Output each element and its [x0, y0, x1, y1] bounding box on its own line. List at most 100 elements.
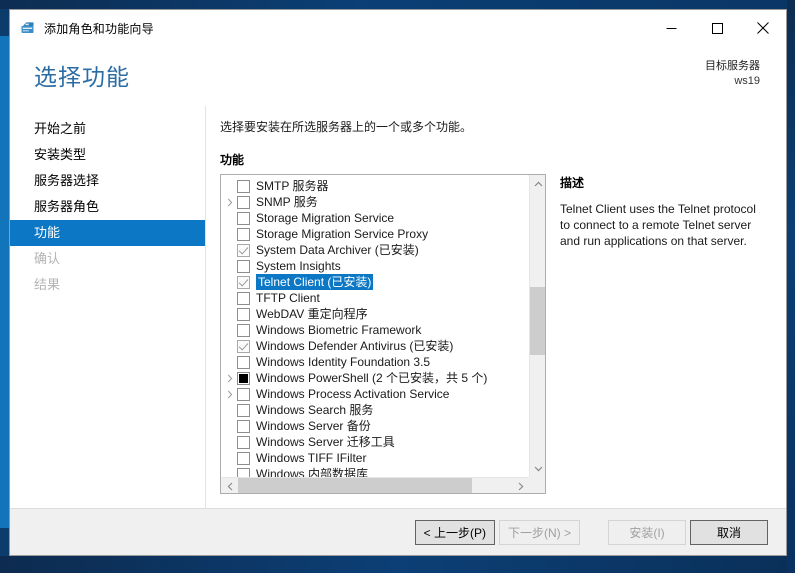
features-vertical-scrollbar[interactable]: [529, 175, 545, 477]
desktop-background-top: [0, 0, 795, 9]
feature-label: TFTP Client: [256, 290, 320, 306]
feature-label: Windows Server 备份: [256, 418, 371, 434]
destination-server-name: ws19: [705, 74, 760, 89]
page-title: 选择功能: [34, 58, 130, 92]
minimize-button[interactable]: [648, 10, 694, 46]
feature-label: Telnet Client (已安装): [256, 274, 373, 290]
scroll-down-arrow-icon[interactable]: [530, 460, 546, 477]
feature-label: Windows Server 迁移工具: [256, 434, 395, 450]
sidebar-item-label: 确认: [34, 251, 60, 266]
horizontal-scrollbar-thumb[interactable]: [238, 478, 472, 494]
feature-checkbox[interactable]: [237, 420, 250, 433]
feature-row[interactable]: Windows 内部数据库: [223, 466, 529, 477]
scroll-up-arrow-icon[interactable]: [530, 175, 546, 192]
sidebar-item-5: 确认: [10, 246, 205, 272]
feature-checkbox[interactable]: [237, 452, 250, 465]
feature-row[interactable]: Windows Search 服务: [223, 402, 529, 418]
feature-label: Windows Process Activation Service: [256, 386, 449, 402]
feature-row[interactable]: Windows Identity Foundation 3.5: [223, 354, 529, 370]
feature-row[interactable]: Windows Defender Antivirus (已安装): [223, 338, 529, 354]
feature-row[interactable]: Storage Migration Service: [223, 210, 529, 226]
previous-button[interactable]: < 上一步(P): [415, 520, 495, 545]
sidebar-item-4[interactable]: 功能: [10, 220, 205, 246]
next-button: 下一步(N) >: [499, 520, 580, 545]
feature-row[interactable]: Windows Biometric Framework: [223, 322, 529, 338]
feature-checkbox[interactable]: [237, 404, 250, 417]
footer-button-bar: < 上一步(P) 下一步(N) > 安装(I) 取消: [10, 508, 786, 555]
feature-checkbox[interactable]: [237, 196, 250, 209]
desktop-background-right: [787, 0, 795, 573]
feature-row[interactable]: SMTP 服务器: [223, 178, 529, 194]
feature-checkbox[interactable]: [237, 180, 250, 193]
window-controls: [648, 10, 786, 46]
feature-checkbox: [237, 244, 250, 257]
features-horizontal-scrollbar[interactable]: [221, 477, 529, 493]
scroll-right-arrow-icon[interactable]: [512, 478, 529, 494]
feature-row[interactable]: SNMP 服务: [223, 194, 529, 210]
sidebar-item-3[interactable]: 服务器角色: [10, 194, 205, 220]
description-text: Telnet Client uses the Telnet protocol t…: [560, 201, 766, 249]
feature-row[interactable]: Telnet Client (已安装): [223, 274, 529, 290]
sidebar-item-label: 功能: [34, 225, 60, 240]
feature-label: Windows Identity Foundation 3.5: [256, 354, 430, 370]
feature-label: Windows Defender Antivirus (已安装): [256, 338, 453, 354]
feature-checkbox[interactable]: [237, 468, 250, 478]
chevron-right-icon[interactable]: [223, 198, 237, 207]
feature-row[interactable]: Windows Server 备份: [223, 418, 529, 434]
vertical-scrollbar-thumb[interactable]: [530, 287, 546, 355]
feature-row[interactable]: System Insights: [223, 258, 529, 274]
scrollbar-corner: [529, 477, 545, 493]
maximize-button[interactable]: [694, 10, 740, 46]
feature-label: System Insights: [256, 258, 341, 274]
sidebar-item-label: 服务器角色: [34, 199, 99, 214]
scroll-left-arrow-icon[interactable]: [221, 478, 238, 494]
feature-checkbox[interactable]: [237, 292, 250, 305]
feature-label: SNMP 服务: [256, 194, 318, 210]
destination-server-label: 目标服务器: [705, 59, 760, 74]
panes-row: SMTP 服务器SNMP 服务Storage Migration Service…: [220, 174, 786, 494]
desktop-background-bottom: [0, 556, 795, 573]
feature-checkbox[interactable]: [237, 260, 250, 273]
features-scroll-area: SMTP 服务器SNMP 服务Storage Migration Service…: [221, 175, 529, 477]
chevron-right-icon[interactable]: [223, 390, 237, 399]
feature-checkbox: [237, 276, 250, 289]
feature-checkbox[interactable]: [237, 228, 250, 241]
server-wizard-icon: [20, 20, 36, 36]
close-button[interactable]: [740, 10, 786, 46]
sidebar-item-label: 开始之前: [34, 121, 86, 136]
feature-checkbox[interactable]: [237, 212, 250, 225]
feature-label: Windows Biometric Framework: [256, 322, 421, 338]
chevron-right-icon[interactable]: [223, 374, 237, 383]
feature-row[interactable]: Storage Migration Service Proxy: [223, 226, 529, 242]
instruction-text: 选择要安装在所选服务器上的一个或多个功能。: [220, 118, 786, 135]
feature-checkbox[interactable]: [237, 436, 250, 449]
feature-row[interactable]: TFTP Client: [223, 290, 529, 306]
feature-row[interactable]: Windows Process Activation Service: [223, 386, 529, 402]
description-title: 描述: [560, 174, 766, 191]
sidebar-item-0[interactable]: 开始之前: [10, 116, 205, 142]
feature-checkbox[interactable]: [237, 324, 250, 337]
feature-row[interactable]: System Data Archiver (已安装): [223, 242, 529, 258]
sidebar-item-2[interactable]: 服务器选择: [10, 168, 205, 194]
description-pane: 描述 Telnet Client uses the Telnet protoco…: [560, 174, 766, 494]
feature-checkbox[interactable]: [237, 308, 250, 321]
feature-label: System Data Archiver (已安装): [256, 242, 419, 258]
feature-label: Storage Migration Service: [256, 210, 394, 226]
feature-row[interactable]: Windows TIFF IFilter: [223, 450, 529, 466]
features-section-label: 功能: [220, 151, 786, 168]
wizard-navigation-sidebar: 开始之前安装类型服务器选择服务器角色功能确认结果: [10, 106, 206, 508]
feature-row[interactable]: Windows Server 迁移工具: [223, 434, 529, 450]
feature-label: Windows Search 服务: [256, 402, 373, 418]
feature-checkbox[interactable]: [237, 372, 250, 385]
wizard-body: 开始之前安装类型服务器选择服务器角色功能确认结果 选择要安装在所选服务器上的一个…: [10, 106, 786, 508]
title-bar: 添加角色和功能向导: [10, 10, 786, 46]
features-listbox[interactable]: SMTP 服务器SNMP 服务Storage Migration Service…: [220, 174, 546, 494]
cancel-button[interactable]: 取消: [690, 520, 768, 545]
feature-checkbox[interactable]: [237, 388, 250, 401]
feature-label: Windows 内部数据库: [256, 466, 368, 477]
feature-row[interactable]: Windows PowerShell (2 个已安装，共 5 个): [223, 370, 529, 386]
feature-checkbox[interactable]: [237, 356, 250, 369]
feature-label: WebDAV 重定向程序: [256, 306, 368, 322]
sidebar-item-1[interactable]: 安装类型: [10, 142, 205, 168]
feature-row[interactable]: WebDAV 重定向程序: [223, 306, 529, 322]
